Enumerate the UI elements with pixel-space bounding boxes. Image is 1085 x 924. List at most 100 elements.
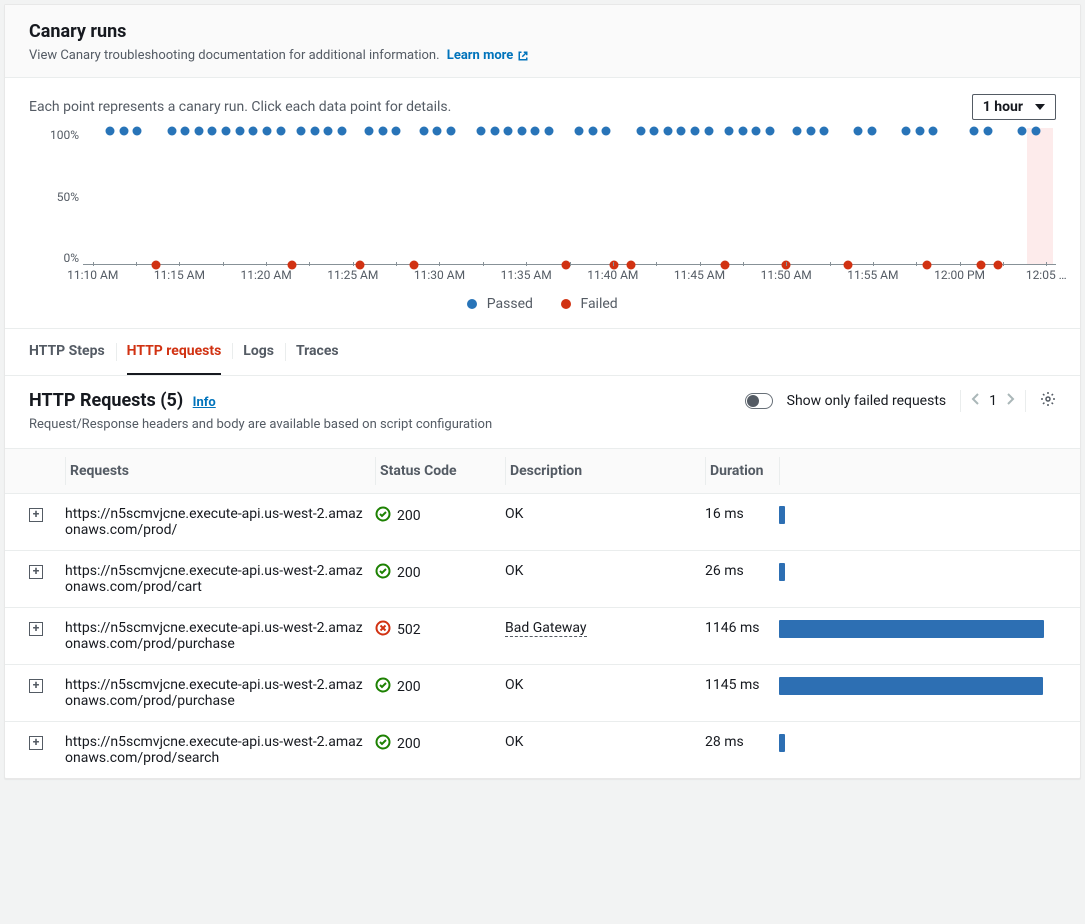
col-duration[interactable]: Duration	[705, 457, 779, 485]
chart-point-passed[interactable]	[902, 126, 911, 135]
chart-point-passed[interactable]	[419, 126, 428, 135]
failed-only-toggle-label: Show only failed requests	[787, 393, 946, 409]
table-row: +https://n5scmvjcne.execute-api.us-west-…	[5, 494, 1080, 551]
col-description[interactable]: Description	[505, 457, 705, 485]
duration-bar-cell	[779, 620, 1056, 638]
chart-point-passed[interactable]	[296, 126, 305, 135]
chart-highlight-region	[1027, 128, 1053, 265]
chart-point-passed[interactable]	[970, 126, 979, 135]
chart-point-passed[interactable]	[691, 126, 700, 135]
expand-row-button[interactable]: +	[29, 679, 43, 693]
chart-point-passed[interactable]	[222, 126, 231, 135]
chart-point-passed[interactable]	[531, 126, 540, 135]
expand-row-button[interactable]: +	[29, 622, 43, 636]
canary-runs-panel: Canary runs View Canary troubleshooting …	[4, 4, 1081, 779]
tab-http-requests[interactable]: HTTP requests	[127, 329, 222, 375]
chart-point-passed[interactable]	[310, 126, 319, 135]
chart-point-passed[interactable]	[262, 126, 271, 135]
pager-prev[interactable]	[971, 393, 979, 409]
col-status[interactable]: Status Code	[375, 457, 505, 485]
requests-header: HTTP Requests (5) Info Request/Response …	[5, 376, 1080, 448]
chart-point-passed[interactable]	[545, 126, 554, 135]
settings-button[interactable]	[1040, 391, 1056, 411]
chart-point-passed[interactable]	[324, 126, 333, 135]
chart-point-passed[interactable]	[194, 126, 203, 135]
chart-point-passed[interactable]	[806, 126, 815, 135]
legend-passed: Passed	[467, 296, 533, 312]
chart-point-passed[interactable]	[490, 126, 499, 135]
chart-point-passed[interactable]	[868, 126, 877, 135]
chart-point-passed[interactable]	[167, 126, 176, 135]
chart-point-passed[interactable]	[119, 126, 128, 135]
col-requests[interactable]: Requests	[65, 457, 375, 485]
chart-point-passed[interactable]	[337, 126, 346, 135]
chart-point-passed[interactable]	[249, 126, 258, 135]
chart-point-passed[interactable]	[704, 126, 713, 135]
duration-bar-cell	[779, 734, 1056, 752]
duration-bar	[779, 734, 785, 752]
chart-point-passed[interactable]	[793, 126, 802, 135]
external-link-icon	[517, 50, 529, 62]
panel-subtitle: View Canary troubleshooting documentatio…	[29, 48, 1056, 63]
chart-point-passed[interactable]	[929, 126, 938, 135]
chart-point-passed[interactable]	[276, 126, 285, 135]
chart-x-label: 12:00 PM	[934, 268, 985, 282]
failed-only-toggle[interactable]	[745, 393, 773, 409]
pager-next[interactable]	[1007, 393, 1015, 409]
chart-point-passed[interactable]	[650, 126, 659, 135]
requests-subheading: Request/Response headers and body are av…	[29, 417, 492, 432]
chart-point-passed[interactable]	[235, 126, 244, 135]
expand-row-button[interactable]: +	[29, 736, 43, 750]
chart-x-label: 11:35 AM	[501, 268, 552, 282]
chart-point-passed[interactable]	[504, 126, 513, 135]
chart-point-passed[interactable]	[392, 126, 401, 135]
chevron-right-icon	[1007, 393, 1015, 405]
chart-point-passed[interactable]	[915, 126, 924, 135]
chart-point-passed[interactable]	[663, 126, 672, 135]
chart-point-passed[interactable]	[106, 126, 115, 135]
chart-point-passed[interactable]	[575, 126, 584, 135]
expand-row-button[interactable]: +	[29, 508, 43, 522]
chart-point-passed[interactable]	[636, 126, 645, 135]
chart-plot	[83, 128, 1056, 265]
chart-point-passed[interactable]	[133, 126, 142, 135]
chart-point-passed[interactable]	[1017, 126, 1026, 135]
chart-point-passed[interactable]	[725, 126, 734, 135]
chart-point-passed[interactable]	[765, 126, 774, 135]
expand-row-button[interactable]: +	[29, 565, 43, 579]
requests-info-link[interactable]: Info	[193, 395, 216, 410]
chart-point-passed[interactable]	[1031, 126, 1040, 135]
chart-legend: Passed Failed	[29, 278, 1056, 324]
chart-point-passed[interactable]	[588, 126, 597, 135]
status-description: Bad Gateway	[505, 620, 705, 637]
panel-title: Canary runs	[29, 21, 1056, 42]
chart-point-passed[interactable]	[181, 126, 190, 135]
canary-runs-chart[interactable]: 100% 50% 0% 11:10 AM11:15 AM11:20 AM11:2…	[83, 128, 1056, 278]
tab-http-steps[interactable]: HTTP Steps	[29, 329, 105, 375]
pager-current: 1	[989, 393, 997, 409]
chart-point-passed[interactable]	[820, 126, 829, 135]
check-circle-icon	[375, 734, 391, 754]
learn-more-link[interactable]: Learn more	[447, 48, 530, 63]
chart-point-passed[interactable]	[602, 126, 611, 135]
chart-point-passed[interactable]	[752, 126, 761, 135]
chart-point-passed[interactable]	[677, 126, 686, 135]
chart-point-passed[interactable]	[854, 126, 863, 135]
chart-point-passed[interactable]	[446, 126, 455, 135]
tab-traces[interactable]: Traces	[296, 329, 339, 375]
time-range-select[interactable]: 1 hour	[972, 94, 1056, 120]
chart-point-failed[interactable]	[993, 261, 1002, 270]
chart-point-passed[interactable]	[433, 126, 442, 135]
chart-point-passed[interactable]	[208, 126, 217, 135]
chart-point-passed[interactable]	[983, 126, 992, 135]
duration-text: 16 ms	[705, 506, 779, 522]
chart-point-passed[interactable]	[517, 126, 526, 135]
chart-point-passed[interactable]	[365, 126, 374, 135]
chart-point-passed[interactable]	[738, 126, 747, 135]
status-description: OK	[505, 506, 705, 522]
tab-logs[interactable]: Logs	[243, 329, 274, 375]
chevron-left-icon	[971, 393, 979, 405]
chart-point-failed[interactable]	[922, 261, 931, 270]
chart-point-passed[interactable]	[378, 126, 387, 135]
chart-point-passed[interactable]	[476, 126, 485, 135]
